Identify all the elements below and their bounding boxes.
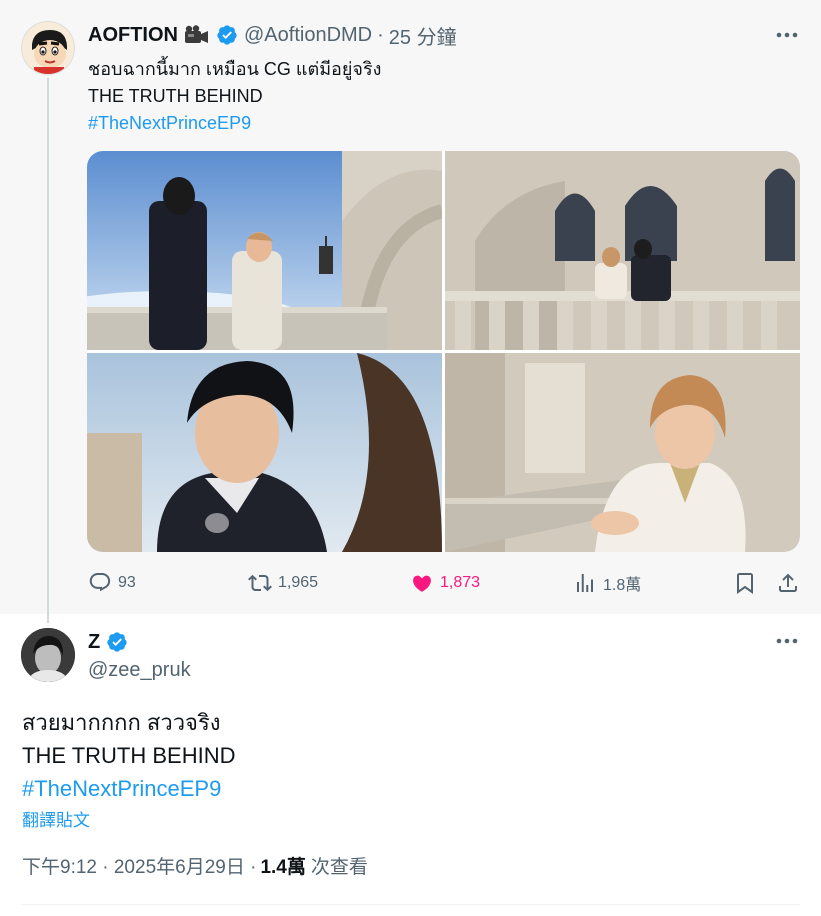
parent-tweet[interactable]: AOFTION @AoftionDMD · 25 分鐘 ชอบฉากนี้มาก… [0, 0, 821, 623]
parent-author-handle[interactable]: @AoftionDMD [244, 24, 372, 47]
parent-avatar[interactable] [21, 21, 75, 75]
parent-timestamp[interactable]: 25 分鐘 [389, 21, 457, 50]
like-button[interactable]: 1,873 [410, 566, 480, 600]
reply-button[interactable]: 93 [88, 566, 136, 600]
divider [22, 904, 800, 905]
parent-text-line: ชอบฉากนี้มาก เหมือน CG แต่มีอยู่จริง [88, 59, 382, 79]
views-count: 1.8萬 [603, 577, 642, 594]
translate-post-link[interactable]: 翻譯貼文 [22, 806, 90, 831]
media-grid [87, 151, 800, 552]
views-icon [577, 574, 593, 592]
main-avatar[interactable] [21, 628, 75, 682]
parent-action-bar: 93 1,965 1,873 1.8萬 [88, 566, 800, 600]
views-label: 次查看 [310, 857, 368, 878]
more-icon[interactable] [772, 630, 802, 652]
thread-line [47, 78, 49, 623]
views-button[interactable]: 1.8萬 [573, 566, 641, 600]
main-hashtag-link[interactable]: #TheNextPrinceEP9 [22, 772, 236, 805]
separator-dot: · [377, 23, 384, 46]
media-image-1[interactable] [87, 151, 442, 350]
bookmark-button[interactable] [733, 566, 757, 600]
tweet-meta: 下午9:12 · 2025年6月29日 · 1.4萬 次查看 [22, 852, 368, 879]
like-count: 1,873 [440, 574, 481, 591]
camera-icon [184, 24, 210, 46]
media-image-3[interactable] [87, 353, 442, 552]
views-total: 1.4萬 [260, 857, 306, 878]
main-author-row: Z [88, 630, 128, 654]
verified-icon [106, 631, 128, 653]
reply-count: 93 [118, 574, 136, 591]
media-image-2[interactable] [445, 151, 800, 350]
repost-button[interactable]: 1,965 [248, 566, 318, 600]
reply-icon [89, 573, 111, 592]
main-text-line: สวยมากกกก สววจริง [22, 710, 221, 735]
parent-header: AOFTION @AoftionDMD · 25 分鐘 [88, 21, 457, 50]
parent-tweet-text: ชอบฉากนี้มาก เหมือน CG แต่มีอยู่จริง THE… [88, 56, 381, 137]
repost-icon [248, 574, 272, 592]
main-text-line: THE TRUTH BEHIND [22, 743, 236, 768]
like-icon [413, 575, 431, 592]
main-author-name[interactable]: Z [88, 631, 100, 654]
tweet-timestamp[interactable]: 下午9:12 · 2025年6月29日 · [22, 852, 256, 879]
share-icon [779, 573, 797, 592]
bookmark-icon [737, 573, 753, 594]
parent-hashtag-link[interactable]: #TheNextPrinceEP9 [88, 110, 381, 137]
share-button[interactable] [776, 566, 800, 600]
media-image-4[interactable] [445, 353, 800, 552]
more-icon[interactable] [772, 24, 802, 46]
main-tweet-text: สวยมากกกก สววจริง THE TRUTH BEHIND #TheN… [22, 706, 236, 805]
verified-icon [216, 24, 238, 46]
repost-count: 1,965 [278, 574, 319, 591]
parent-author-name[interactable]: AOFTION [88, 24, 178, 47]
main-author-handle[interactable]: @zee_pruk [88, 659, 191, 682]
parent-text-line: THE TRUTH BEHIND [88, 86, 263, 106]
